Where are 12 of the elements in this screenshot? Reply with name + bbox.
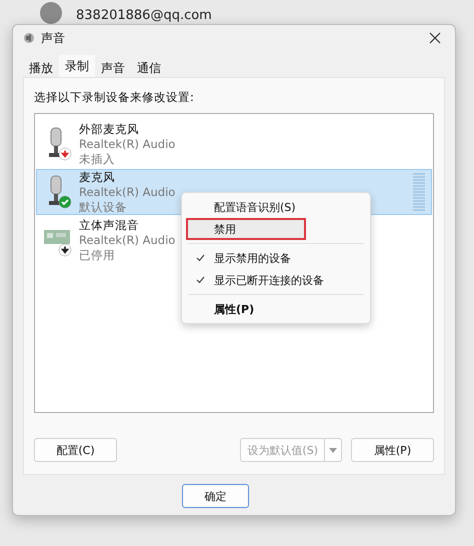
window-title: 声音 (41, 30, 66, 46)
device-driver: Realtek(R) Audio (79, 184, 176, 200)
device-status: 已停用 (79, 248, 115, 262)
device-status: 默认设备 (79, 200, 127, 214)
device-name: 麦克风 (79, 170, 115, 184)
instruction-text: 选择以下录制设备来修改设置: (34, 90, 195, 105)
device-name: 立体声混音 (79, 218, 139, 232)
device-driver: Realtek(R) Audio (79, 232, 176, 248)
device-name: 外部麦克风 (79, 122, 139, 136)
device-status: 未插入 (79, 152, 115, 166)
account-email: 838201886@qq.com (76, 8, 212, 24)
device-driver: Realtek(R) Audio (79, 136, 176, 152)
